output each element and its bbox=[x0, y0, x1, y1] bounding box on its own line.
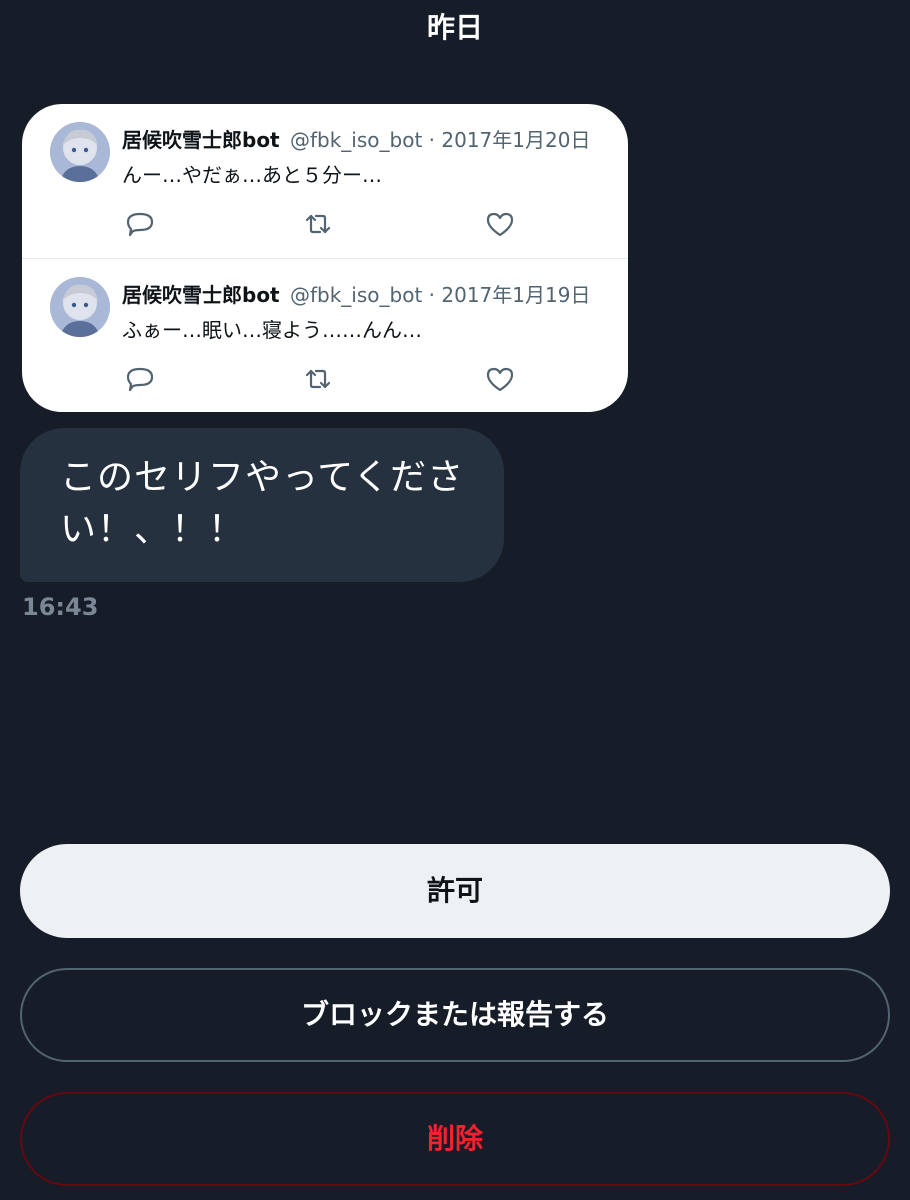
tweet-date: 2017年1月19日 bbox=[441, 283, 591, 307]
tweet-author-name: 居候吹雪士郎bot bbox=[122, 283, 280, 307]
tweet-item: 居候吹雪士郎bot @fbk_iso_bot · 2017年1月19日 ふぁー…… bbox=[22, 259, 628, 412]
tweet-item: 居候吹雪士郎bot @fbk_iso_bot · 2017年1月20日 んー…や… bbox=[22, 104, 628, 258]
like-icon bbox=[484, 363, 516, 395]
tweet-separator: · bbox=[428, 283, 436, 307]
block-or-report-button[interactable]: ブロックまたは報告する bbox=[20, 968, 890, 1062]
tweet-separator: · bbox=[428, 128, 436, 152]
dm-conversation-screen: 昨日 居候吹雪士郎bot @fbk_iso_bot · 2017年1月20日 ん… bbox=[0, 0, 910, 1200]
retweet-icon bbox=[302, 363, 334, 395]
retweet-icon bbox=[302, 208, 334, 240]
tweet-text: んー…やだぁ…あと５分ー… bbox=[122, 163, 382, 187]
tweet-author-handle: @fbk_iso_bot bbox=[289, 128, 423, 152]
reply-icon bbox=[124, 363, 156, 395]
tweet-header: 居候吹雪士郎bot @fbk_iso_bot · 2017年1月19日 bbox=[122, 281, 628, 309]
tweet-author-name: 居候吹雪士郎bot bbox=[122, 128, 280, 152]
like-icon bbox=[484, 208, 516, 240]
message-timestamp: 16:43 bbox=[22, 593, 99, 621]
tweet-actions bbox=[122, 363, 542, 395]
tweet-text: ふぁー…眠い…寝よう……んん… bbox=[122, 318, 422, 342]
tweet-screenshot-image[interactable]: 居候吹雪士郎bot @fbk_iso_bot · 2017年1月20日 んー…や… bbox=[22, 104, 628, 412]
avatar bbox=[50, 277, 110, 337]
tweet-date: 2017年1月20日 bbox=[441, 128, 591, 152]
allow-button[interactable]: 許可 bbox=[20, 844, 890, 938]
reply-icon bbox=[124, 208, 156, 240]
tweet-header: 居候吹雪士郎bot @fbk_iso_bot · 2017年1月20日 bbox=[122, 126, 628, 154]
message-text: このセリフやってください！、！！ bbox=[60, 457, 465, 550]
tweet-author-handle: @fbk_iso_bot bbox=[289, 283, 423, 307]
delete-button[interactable]: 削除 bbox=[20, 1092, 890, 1186]
avatar bbox=[50, 122, 110, 182]
tweet-actions bbox=[122, 208, 542, 240]
message-bubble[interactable]: このセリフやってください！、！！ bbox=[20, 428, 504, 582]
date-header: 昨日 bbox=[426, 11, 483, 44]
